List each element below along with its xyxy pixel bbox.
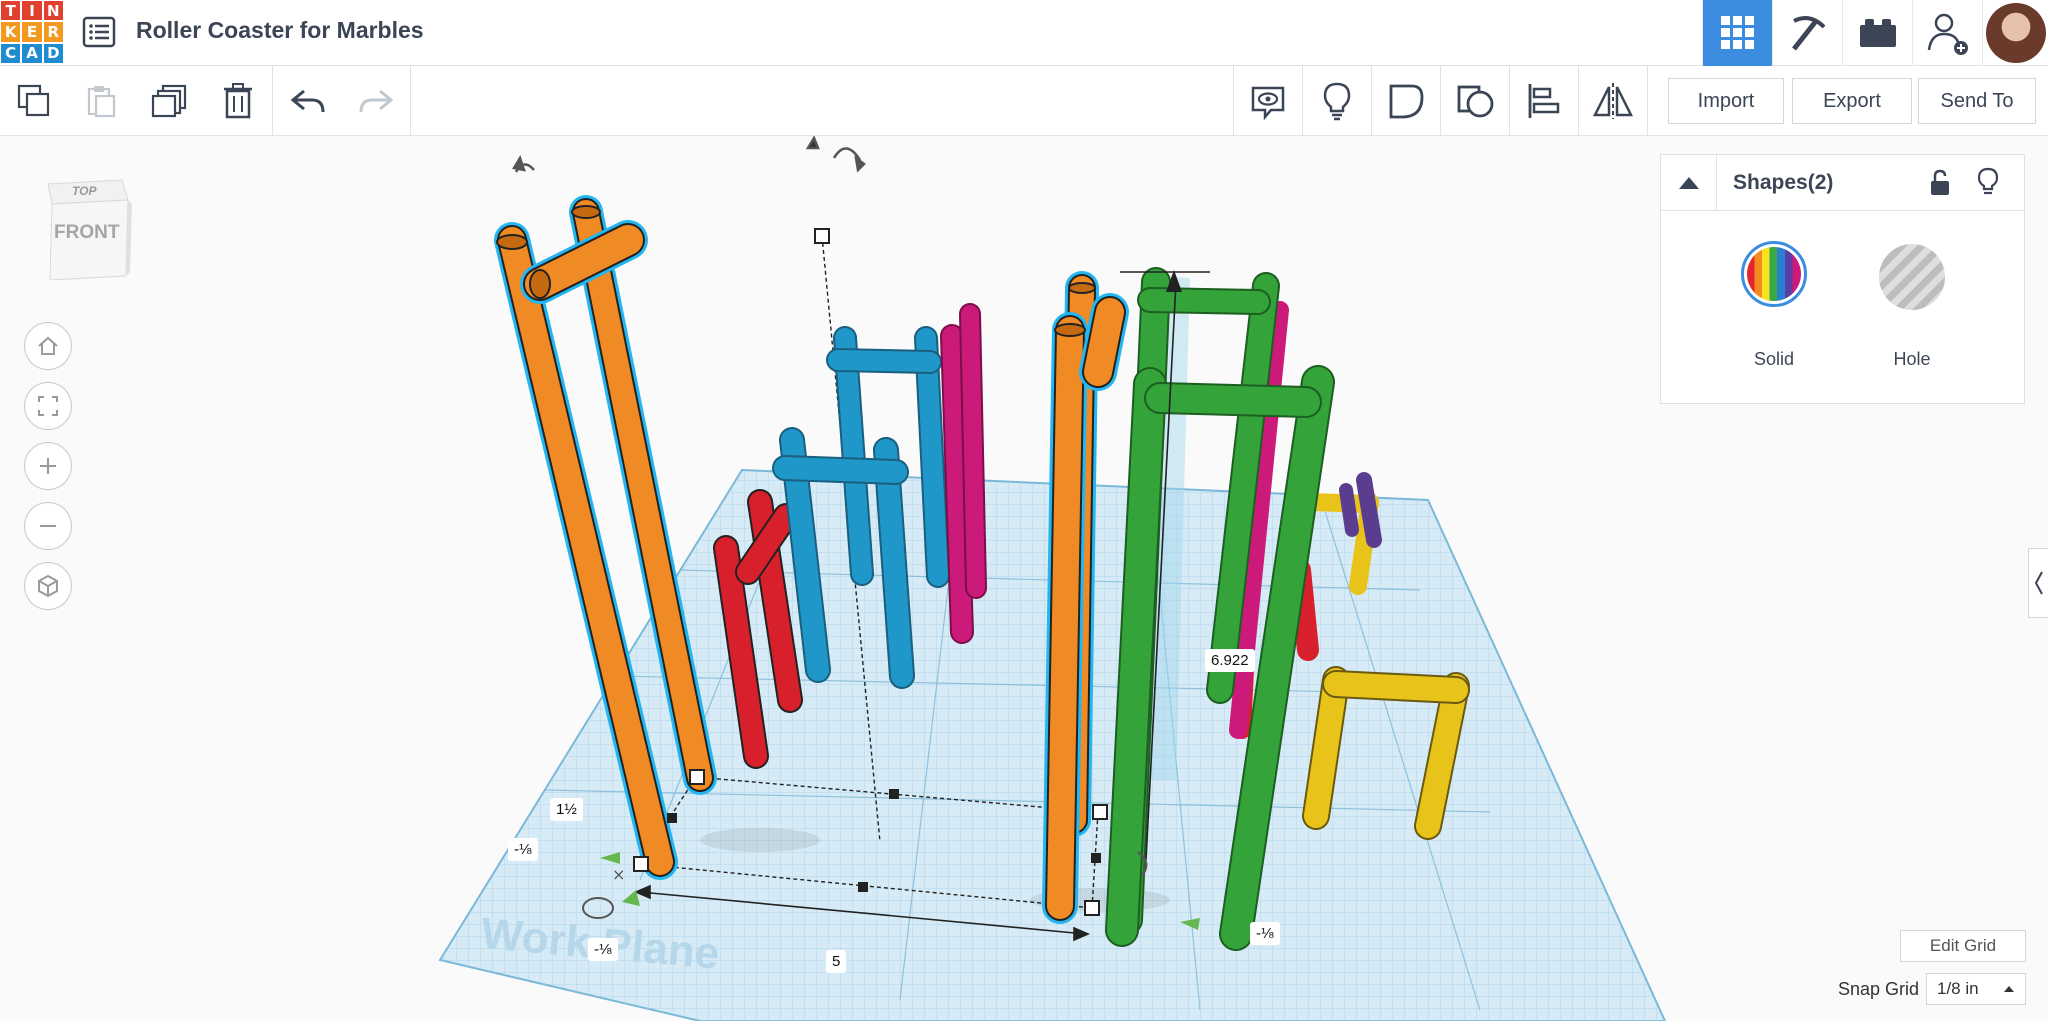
pickaxe-icon[interactable] — [1772, 0, 1842, 66]
unlock-icon[interactable] — [1929, 169, 1951, 202]
snap-grid-select[interactable]: 1/8 in — [1926, 973, 2026, 1005]
add-user-icon[interactable] — [1912, 0, 1982, 66]
offset-dimension[interactable]: -⅛ — [1250, 922, 1280, 945]
width-dimension[interactable]: 5 — [826, 950, 847, 973]
tinkercad-editor: T I N K E R C A D Roller Coaster for Mar… — [0, 0, 2048, 1021]
header-actions — [1702, 0, 2048, 66]
offset-dimension[interactable]: -⅛ — [508, 838, 538, 861]
project-title[interactable]: Roller Coaster for Marbles — [136, 17, 424, 44]
delete-icon[interactable] — [204, 66, 272, 136]
logo-letter: C — [1, 43, 21, 63]
collapse-panel-icon[interactable] — [1661, 155, 1717, 211]
snap-grid-label: Snap Grid — [1838, 979, 1920, 999]
home-view-icon[interactable] — [24, 322, 72, 370]
bricks-icon[interactable] — [1842, 0, 1912, 66]
light-icon[interactable] — [1303, 66, 1371, 136]
inspector-title: Shapes(2) — [1733, 171, 1834, 194]
light-bulb-icon[interactable] — [1977, 167, 1999, 202]
paste-icon[interactable] — [68, 66, 136, 136]
snap-grid-value: 1/8 in — [1937, 979, 1979, 998]
expand-shapes-panel-icon[interactable] — [2028, 548, 2048, 618]
depth-dimension[interactable]: 1½ — [550, 798, 583, 821]
notes-icon[interactable] — [1234, 66, 1302, 136]
view-cube-top-label[interactable]: TOP — [72, 184, 96, 198]
chevron-up-icon — [2004, 986, 2014, 992]
send-to-button[interactable]: Send To — [1918, 78, 2036, 124]
duplicate-icon[interactable] — [136, 66, 204, 136]
solid-label: Solid — [1753, 349, 1795, 369]
logo-letter: I — [22, 1, 42, 21]
view-cube[interactable]: TOP FRONT — [38, 176, 132, 281]
zoom-out-icon[interactable] — [24, 502, 72, 550]
grid-view-icon[interactable] — [1702, 0, 1772, 66]
hole-label: Hole — [1893, 349, 1931, 369]
export-button[interactable]: Export — [1792, 78, 1912, 124]
design-list-icon[interactable] — [82, 15, 116, 49]
mirror-icon[interactable] — [1579, 66, 1647, 136]
3d-viewport[interactable]: Work Plane × 6.922 5 1½ -⅛ -⅛ -⅛ TOP FRO… — [0, 136, 2048, 1021]
logo-letter: N — [43, 1, 63, 21]
logo-letter: T — [1, 1, 21, 21]
import-button[interactable]: Import — [1668, 78, 1784, 124]
logo-letter: A — [22, 43, 42, 63]
copy-icon[interactable] — [0, 66, 68, 136]
align-icon[interactable] — [1510, 66, 1578, 136]
shape-ungroup-icon[interactable] — [1441, 66, 1509, 136]
logo-letter: R — [43, 22, 63, 42]
undo-icon[interactable] — [274, 66, 342, 136]
edit-grid-button[interactable]: Edit Grid — [1900, 930, 2026, 962]
height-dimension[interactable]: 6.922 — [1205, 649, 1255, 672]
logo-letter: K — [1, 22, 21, 42]
svg-text:×: × — [612, 865, 625, 884]
top-bar: T I N K E R C A D Roller Coaster for Mar… — [0, 0, 2048, 66]
fit-view-icon[interactable] — [24, 382, 72, 430]
shape-inspector: Shapes(2) Solid Hole — [1660, 154, 2025, 404]
user-avatar[interactable] — [1982, 0, 2048, 66]
redo-icon[interactable] — [342, 66, 410, 136]
shape-group-icon[interactable] — [1372, 66, 1440, 136]
view-cube-front-label[interactable]: FRONT — [54, 222, 119, 244]
tinkercad-logo[interactable]: T I N K E R C A D — [0, 0, 64, 64]
edit-toolbar: Import Export Send To — [0, 66, 2048, 136]
solid-color-swatch[interactable] — [1741, 241, 1807, 307]
offset-dimension[interactable]: -⅛ — [588, 938, 618, 961]
hole-swatch[interactable] — [1879, 244, 1945, 310]
perspective-icon[interactable] — [24, 562, 72, 610]
logo-letter: D — [43, 43, 63, 63]
zoom-in-icon[interactable] — [24, 442, 72, 490]
logo-letter: E — [22, 22, 42, 42]
